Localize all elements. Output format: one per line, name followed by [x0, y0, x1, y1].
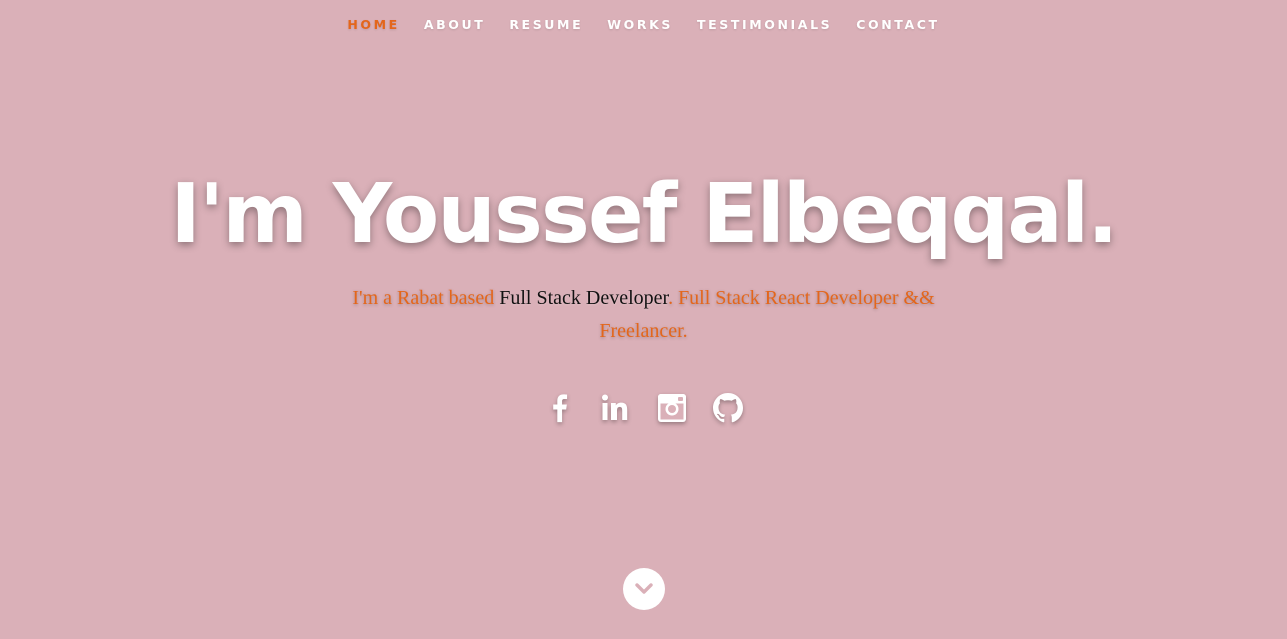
- social-item-facebook[interactable]: [532, 388, 588, 428]
- main-navigation: HOME ABOUT RESUME WORKS TESTIMONIALS CON…: [0, 0, 1287, 48]
- github-icon[interactable]: [712, 393, 743, 423]
- nav-item-contact: CONTACT: [844, 17, 951, 32]
- intro-prefix: I'm a Rabat based: [352, 287, 500, 309]
- social-item-linkedin[interactable]: [588, 388, 644, 428]
- social-item-github[interactable]: [700, 388, 756, 428]
- nav-menu: HOME ABOUT RESUME WORKS TESTIMONIALS CON…: [335, 17, 951, 32]
- nav-item-home: HOME: [335, 17, 411, 32]
- intro-role: Full Stack Developer: [499, 287, 669, 309]
- nav-item-about: ABOUT: [412, 17, 498, 32]
- scroll-down-button[interactable]: [623, 568, 665, 610]
- hero-headline: I'm Youssef Elbeqqal.: [170, 167, 1118, 262]
- nav-link-about[interactable]: ABOUT: [412, 17, 498, 32]
- nav-link-home[interactable]: HOME: [335, 17, 411, 32]
- linkedin-icon[interactable]: [601, 393, 631, 423]
- hero-intro: I'm a Rabat based Full Stack Developer. …: [310, 282, 977, 348]
- instagram-icon[interactable]: [657, 393, 687, 423]
- nav-item-works: WORKS: [595, 17, 685, 32]
- nav-link-resume[interactable]: RESUME: [497, 17, 595, 32]
- nav-link-contact[interactable]: CONTACT: [844, 17, 951, 32]
- nav-link-works[interactable]: WORKS: [595, 17, 685, 32]
- social-item-instagram[interactable]: [644, 388, 700, 428]
- nav-item-testimonials: TESTIMONIALS: [685, 17, 844, 32]
- nav-item-resume: RESUME: [497, 17, 595, 32]
- nav-link-testimonials[interactable]: TESTIMONIALS: [685, 17, 844, 32]
- chevron-down-icon: [635, 583, 653, 594]
- social-links: [0, 388, 1287, 428]
- facebook-icon[interactable]: [551, 391, 569, 425]
